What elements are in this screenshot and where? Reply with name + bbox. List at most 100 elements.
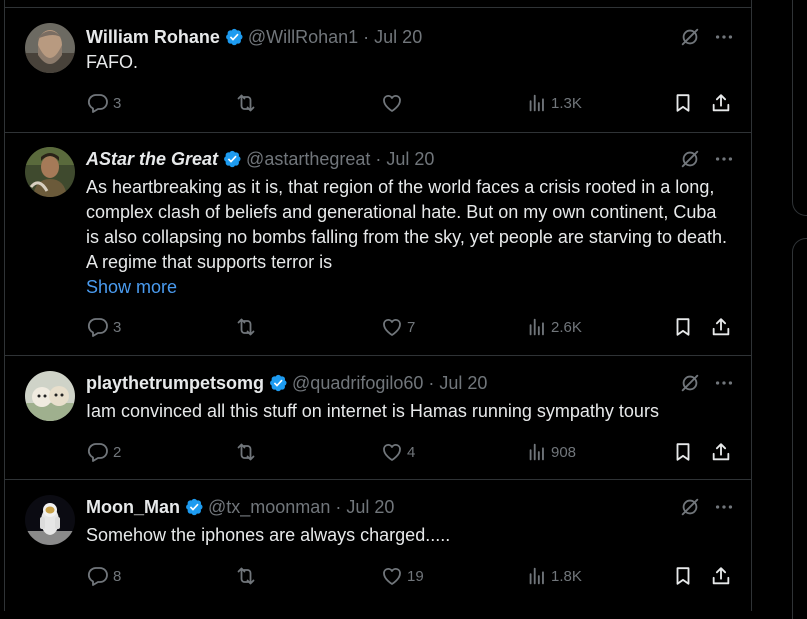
reply-button[interactable]: 2 — [86, 440, 121, 464]
reply-icon — [86, 91, 110, 115]
reply-icon — [86, 440, 110, 464]
tweet[interactable]: playthetrumpetsomg @quadrifogilo60 · Jul… — [5, 355, 751, 480]
bookmark-icon — [672, 565, 694, 587]
user-handle[interactable]: @astarthegreat — [246, 149, 370, 170]
grok-icon[interactable] — [679, 148, 701, 170]
views-button[interactable]: 1.3K — [526, 91, 582, 115]
more-icon[interactable] — [713, 372, 735, 394]
bookmark-button[interactable] — [672, 91, 694, 115]
share-button[interactable] — [710, 315, 732, 339]
bookmark-icon — [672, 316, 694, 338]
share-button[interactable] — [710, 440, 732, 464]
tweet-text: Somehow the iphones are always charged..… — [86, 525, 451, 545]
verified-badge-icon — [184, 497, 204, 517]
tweet-date[interactable]: Jul 20 — [346, 497, 394, 518]
separator-dot: · — [428, 372, 435, 393]
grok-icon[interactable] — [679, 496, 701, 518]
reply-count: 8 — [113, 567, 122, 585]
views-button[interactable]: 2.6K — [526, 315, 582, 339]
avatar[interactable] — [25, 371, 75, 421]
avatar[interactable] — [25, 147, 75, 197]
tweet-date[interactable]: Jul 20 — [374, 27, 422, 48]
reply-count: 3 — [113, 94, 122, 112]
reply-icon — [86, 564, 110, 588]
tweet-text: As heartbreaking as it is, that region o… — [86, 177, 728, 272]
tweet-header: Moon_Man @tx_moonman · Jul 20 — [86, 496, 735, 518]
bookmark-button[interactable] — [672, 315, 694, 339]
user-handle[interactable]: @tx_moonman — [208, 497, 330, 518]
avatar[interactable] — [25, 23, 75, 73]
like-button[interactable]: 4 — [380, 440, 415, 464]
share-icon — [710, 316, 732, 338]
share-icon — [710, 441, 732, 463]
like-icon — [380, 91, 404, 115]
like-button[interactable]: 7 — [380, 315, 415, 339]
separator-dot: · — [363, 26, 370, 47]
tweet-date[interactable]: Jul 20 — [439, 373, 487, 394]
display-name[interactable]: Moon_Man — [86, 497, 180, 518]
bookmark-button[interactable] — [672, 564, 694, 588]
repost-icon — [234, 440, 258, 464]
reply-count: 2 — [113, 443, 122, 461]
show-more-link[interactable]: Show more — [86, 277, 177, 298]
views-icon — [526, 441, 548, 463]
views-icon — [526, 316, 548, 338]
verified-badge-icon — [268, 373, 288, 393]
repost-button[interactable] — [234, 91, 261, 115]
like-icon — [380, 315, 404, 339]
more-icon[interactable] — [713, 148, 735, 170]
like-count: 7 — [407, 318, 416, 336]
view-count: 2.6K — [551, 318, 582, 336]
views-button[interactable]: 908 — [526, 440, 576, 464]
share-button[interactable] — [710, 564, 732, 588]
like-count: 19 — [407, 567, 424, 585]
share-icon — [710, 92, 732, 114]
sidebar-panel-edge — [792, 238, 807, 619]
views-button[interactable]: 1.8K — [526, 564, 582, 588]
view-count: 908 — [551, 443, 577, 461]
reply-button[interactable]: 8 — [86, 564, 121, 588]
display-name[interactable]: playthetrumpetsomg — [86, 373, 264, 394]
tweet-actions: 3 7 2.6K — [86, 315, 731, 339]
grok-icon[interactable] — [679, 372, 701, 394]
tweet-date[interactable]: Jul 20 — [386, 149, 434, 170]
grok-icon[interactable] — [679, 26, 701, 48]
tweet-actions: 3 1.3K — [86, 91, 731, 115]
user-handle[interactable]: @quadrifogilo60 — [292, 373, 423, 394]
views-icon — [526, 565, 548, 587]
view-count: 1.3K — [551, 94, 582, 112]
tweet[interactable]: AStar the Great @astarthegreat · Jul 20 … — [5, 132, 751, 356]
view-count: 1.8K — [551, 567, 582, 585]
display-name[interactable]: William Rohane — [86, 27, 220, 48]
sidebar-panel-edge — [792, 0, 807, 216]
separator-dot: · — [375, 148, 382, 169]
bookmark-icon — [672, 92, 694, 114]
separator-dot: · — [335, 496, 342, 517]
bookmark-button[interactable] — [672, 440, 694, 464]
reply-icon — [86, 315, 110, 339]
display-name[interactable]: AStar the Great — [86, 149, 218, 170]
share-icon — [710, 565, 732, 587]
more-icon[interactable] — [713, 496, 735, 518]
share-button[interactable] — [710, 91, 732, 115]
verified-badge-icon — [222, 149, 242, 169]
repost-button[interactable] — [234, 440, 261, 464]
avatar[interactable] — [25, 495, 75, 545]
verified-badge-icon — [224, 27, 244, 47]
reply-button[interactable]: 3 — [86, 91, 121, 115]
tweet-text: FAFO. — [86, 52, 139, 72]
bookmark-icon — [672, 441, 694, 463]
timeline: William Rohane @WillRohan1 · Jul 20 FAFO… — [4, 0, 752, 611]
reply-button[interactable]: 3 — [86, 315, 121, 339]
tweet-actions: 2 4 908 — [86, 440, 731, 464]
like-icon — [380, 564, 404, 588]
tweet[interactable]: Moon_Man @tx_moonman · Jul 20 Somehow th… — [5, 479, 751, 611]
repost-button[interactable] — [234, 315, 261, 339]
like-button[interactable] — [380, 91, 407, 115]
user-handle[interactable]: @WillRohan1 — [248, 27, 358, 48]
repost-button[interactable] — [234, 564, 261, 588]
more-icon[interactable] — [713, 26, 735, 48]
tweet[interactable]: William Rohane @WillRohan1 · Jul 20 FAFO… — [5, 8, 751, 133]
repost-icon — [234, 315, 258, 339]
like-button[interactable]: 19 — [380, 564, 424, 588]
